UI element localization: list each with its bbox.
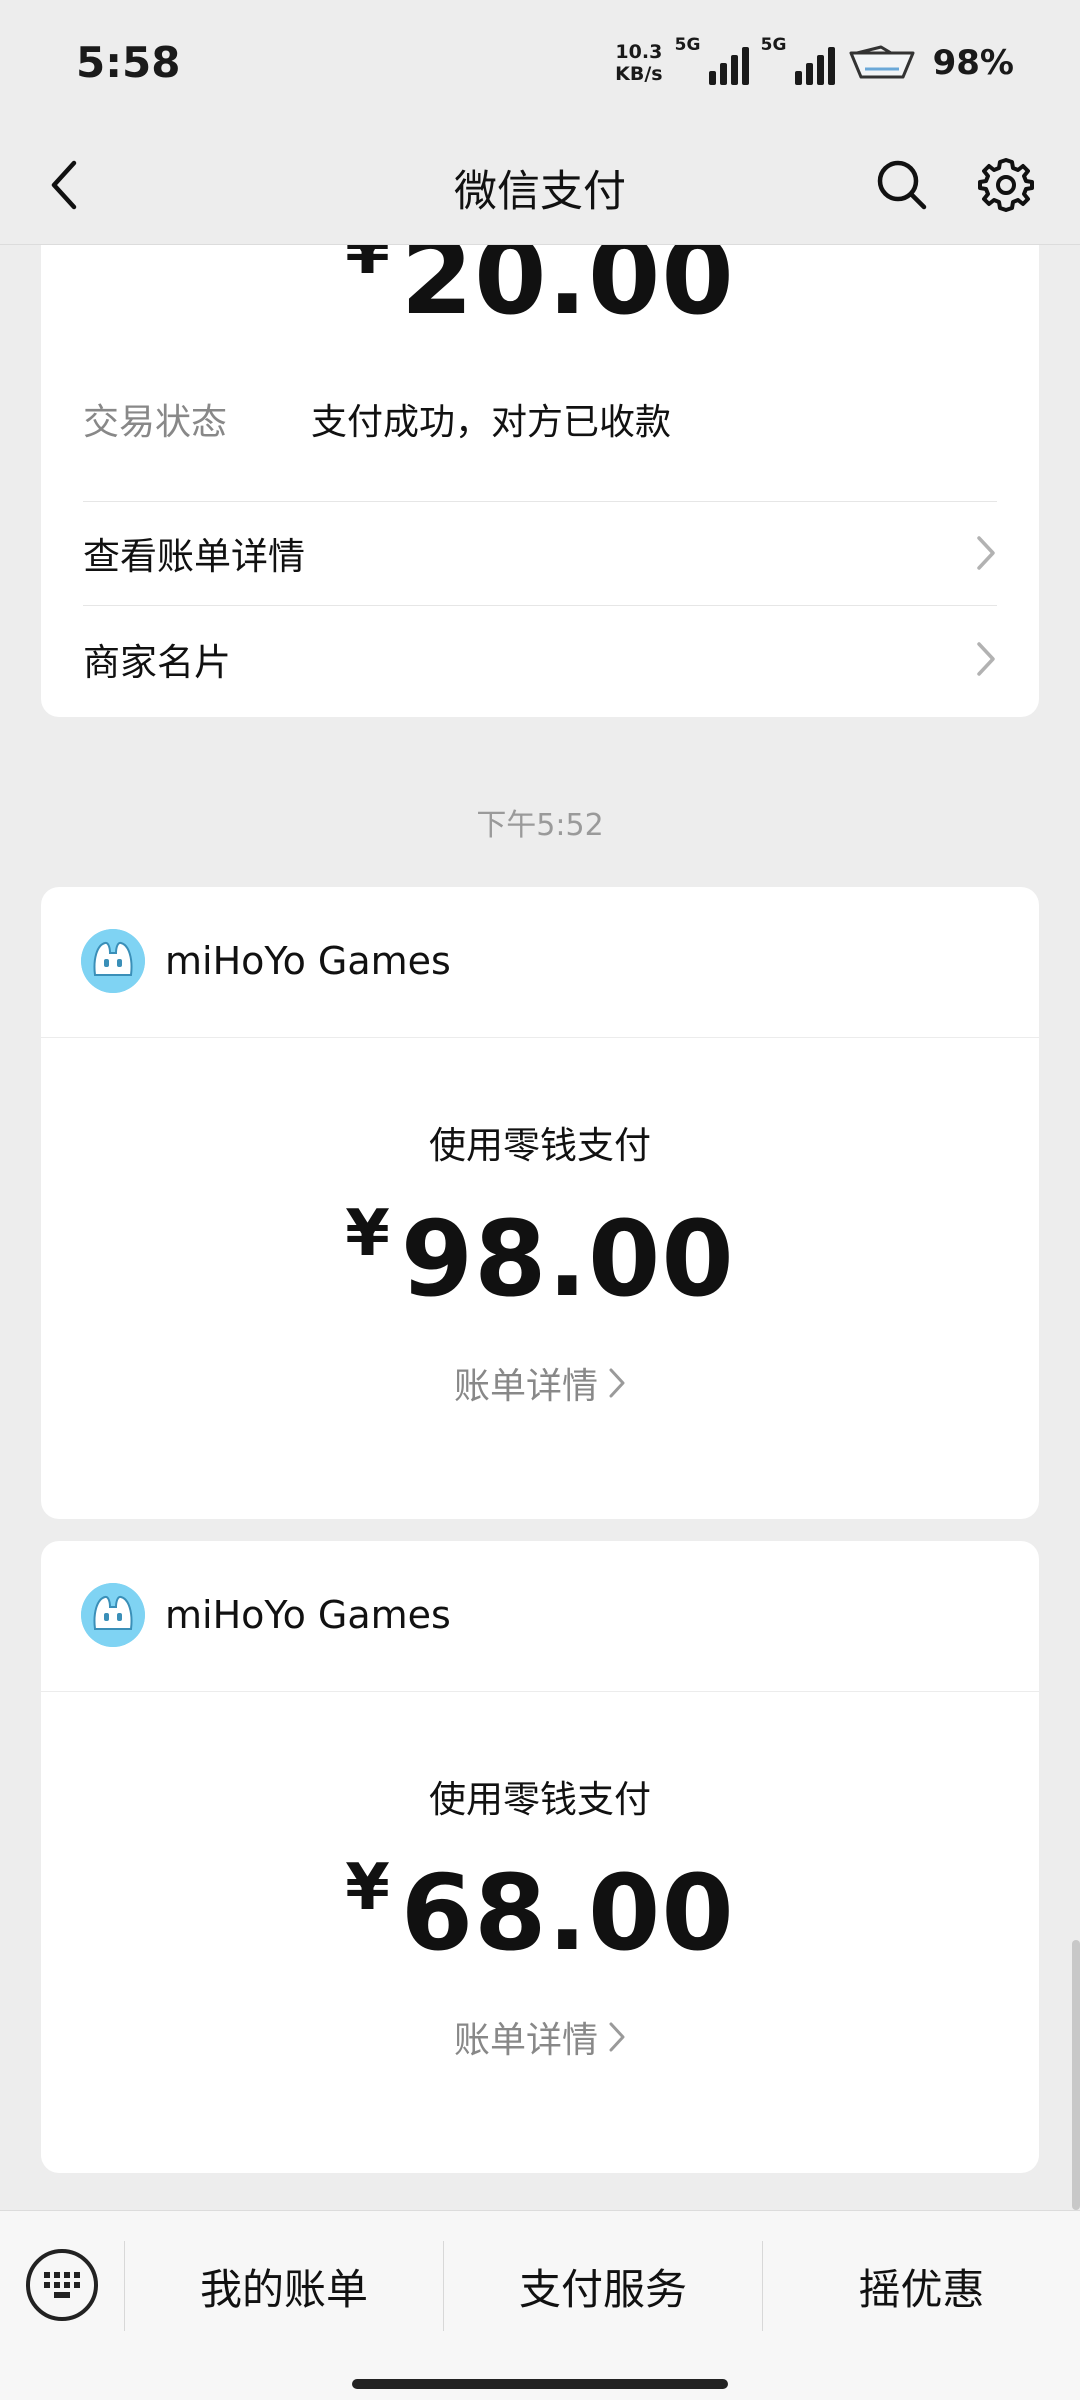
chevron-right-icon bbox=[609, 1368, 625, 1398]
divider bbox=[41, 1691, 1039, 1692]
merchant-header[interactable]: miHoYo Games bbox=[81, 927, 451, 995]
signal-icon: 5G bbox=[675, 35, 749, 85]
network-speed: 10.3 KB/s bbox=[615, 41, 662, 85]
battery-level: 98% bbox=[932, 43, 1014, 83]
tab-my-bills[interactable]: 我的账单 bbox=[125, 2241, 443, 2331]
transaction-status-value: 支付成功，对方已收款 bbox=[311, 402, 672, 443]
payment-method: 使用零钱支付 bbox=[429, 1124, 651, 1167]
amount-value: 98.00 bbox=[400, 1198, 735, 1320]
bill-details-label: 账单详情 bbox=[453, 1366, 598, 1407]
merchant-logo-icon bbox=[81, 1583, 145, 1647]
view-bill-details-label: 查看账单详情 bbox=[83, 535, 305, 578]
bill-details-link[interactable]: 账单详情 bbox=[41, 1357, 1039, 1409]
home-indicator[interactable] bbox=[352, 2379, 728, 2389]
merchant-card-row[interactable]: 商家名片 bbox=[83, 607, 997, 711]
search-button[interactable] bbox=[868, 151, 936, 219]
bill-details-link[interactable]: 账单详情 bbox=[41, 2011, 1039, 2063]
signal-tag: 5G bbox=[674, 35, 701, 55]
network-speed-unit: KB/s bbox=[615, 63, 663, 85]
merchant-name: miHoYo Games bbox=[165, 939, 451, 983]
screen: 5:58 10.3 KB/s 5G 5G 98% 微信支付 ¥20.00 交易状… bbox=[0, 0, 1080, 2400]
amount-value: 68.00 bbox=[400, 1852, 735, 1974]
currency-symbol: ¥ bbox=[345, 245, 391, 289]
payment-amount: ¥98.00 bbox=[41, 1197, 1039, 1320]
currency-symbol: ¥ bbox=[345, 1851, 391, 1925]
status-time: 5:58 bbox=[76, 38, 181, 87]
merchant-header[interactable]: miHoYo Games bbox=[81, 1581, 451, 1649]
payment-result-card: ¥20.00 交易状态 支付成功，对方已收款 查看账单详情 商家名片 bbox=[41, 245, 1039, 717]
currency-symbol: ¥ bbox=[345, 1197, 391, 1271]
scrollbar[interactable] bbox=[1072, 1940, 1080, 2210]
transaction-status-label: 交易状态 bbox=[83, 402, 228, 443]
chevron-right-icon bbox=[609, 2022, 625, 2052]
search-icon bbox=[877, 160, 927, 210]
divider bbox=[41, 1037, 1039, 1038]
signal-tag: 5G bbox=[760, 35, 787, 55]
amount-value: 20.00 bbox=[400, 245, 735, 338]
tab-shake-deals[interactable]: 摇优惠 bbox=[763, 2241, 1080, 2331]
status-bar: 5:58 10.3 KB/s 5G 5G 98% bbox=[0, 0, 1080, 125]
network-speed-value: 10.3 bbox=[615, 41, 663, 63]
payment-amount: ¥68.00 bbox=[41, 1851, 1039, 1974]
chevron-right-icon bbox=[977, 642, 995, 676]
message-timestamp: 下午5:52 bbox=[476, 808, 604, 843]
merchant-logo-icon bbox=[81, 929, 145, 993]
settings-button[interactable] bbox=[972, 151, 1040, 219]
gear-icon bbox=[978, 158, 1034, 212]
keyboard-toggle-button[interactable] bbox=[26, 2249, 98, 2321]
bill-details-label: 账单详情 bbox=[453, 2020, 598, 2061]
merchant-name: miHoYo Games bbox=[165, 1593, 451, 1637]
transaction-status-row: 交易状态 支付成功，对方已收款 bbox=[83, 393, 671, 445]
tab-payment-services[interactable]: 支付服务 bbox=[444, 2241, 762, 2331]
signal-icon: 5G bbox=[761, 35, 835, 85]
status-icons: 10.3 KB/s 5G 5G 98% bbox=[615, 35, 1014, 90]
view-bill-details-row[interactable]: 查看账单详情 bbox=[83, 501, 997, 605]
payment-amount: ¥20.00 bbox=[41, 245, 1039, 338]
divider bbox=[83, 605, 997, 606]
message-list[interactable]: ¥20.00 交易状态 支付成功，对方已收款 查看账单详情 商家名片 下午5:52 bbox=[0, 245, 1080, 2210]
payment-method: 使用零钱支付 bbox=[429, 1778, 651, 1821]
chevron-right-icon bbox=[977, 536, 995, 570]
payment-card[interactable]: miHoYo Games 使用零钱支付 ¥98.00 账单详情 bbox=[41, 887, 1039, 1519]
nav-bar: 微信支付 bbox=[0, 125, 1080, 245]
battery-boat-icon bbox=[849, 45, 915, 79]
payment-card[interactable]: miHoYo Games 使用零钱支付 ¥68.00 账单详情 bbox=[41, 1541, 1039, 2173]
keyboard-icon bbox=[44, 2272, 80, 2298]
bottom-menu-bar: 我的账单 支付服务 摇优惠 bbox=[0, 2210, 1080, 2400]
merchant-card-label: 商家名片 bbox=[83, 641, 231, 684]
